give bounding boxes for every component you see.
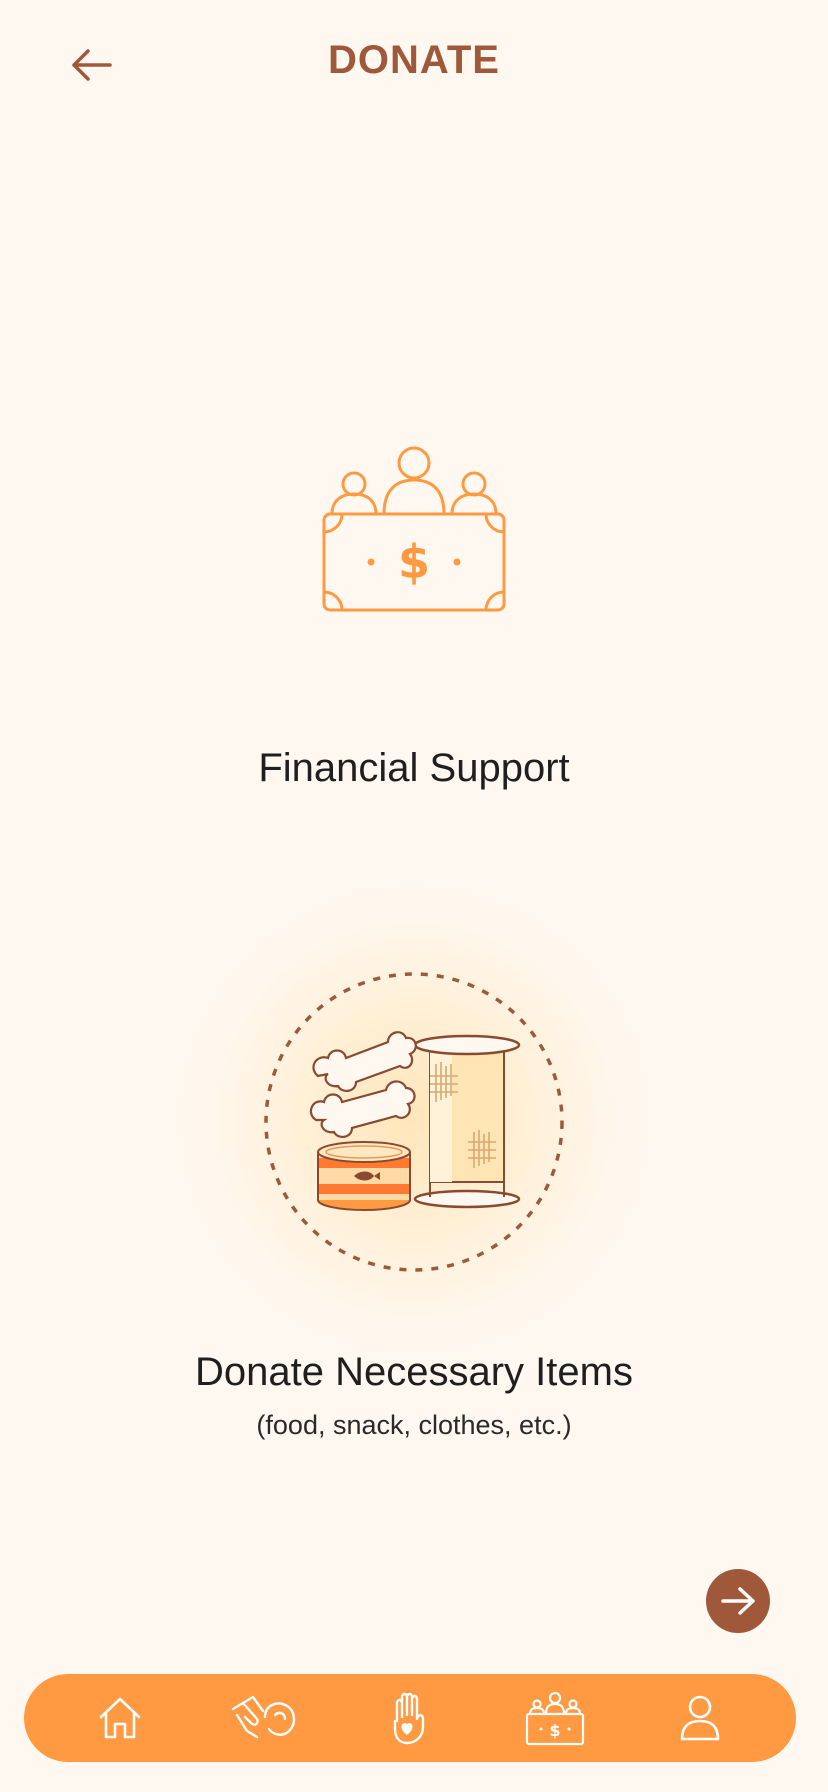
svg-text:$: $ — [398, 535, 430, 589]
pet-supplies-illustration — [264, 972, 564, 1272]
nav-volunteer[interactable] — [370, 1683, 450, 1753]
svg-text:$: $ — [549, 1721, 560, 1740]
nav-adopt[interactable] — [225, 1683, 305, 1753]
nav-donate[interactable]: $ — [515, 1683, 595, 1753]
donate-items-label: Donate Necessary Items — [195, 1350, 633, 1394]
nav-home[interactable] — [80, 1683, 160, 1753]
money-people-icon: $ — [318, 440, 510, 616]
donate-items-sublabel: (food, snack, clothes, etc.) — [256, 1410, 572, 1440]
hand-heart-icon — [393, 1692, 425, 1745]
financial-support-label: Financial Support — [258, 746, 570, 790]
page-title: DONATE — [328, 38, 500, 82]
user-icon — [680, 1695, 719, 1741]
bottom-nav: $ — [24, 1674, 796, 1762]
header: DONATE — [0, 0, 828, 130]
nav-profile[interactable] — [660, 1683, 740, 1753]
next-button[interactable] — [706, 1569, 770, 1633]
donate-icon: $ — [525, 1691, 584, 1746]
pet-hand-icon — [231, 1695, 296, 1739]
arrow-right-icon — [721, 1587, 755, 1615]
home-icon — [100, 1697, 141, 1739]
